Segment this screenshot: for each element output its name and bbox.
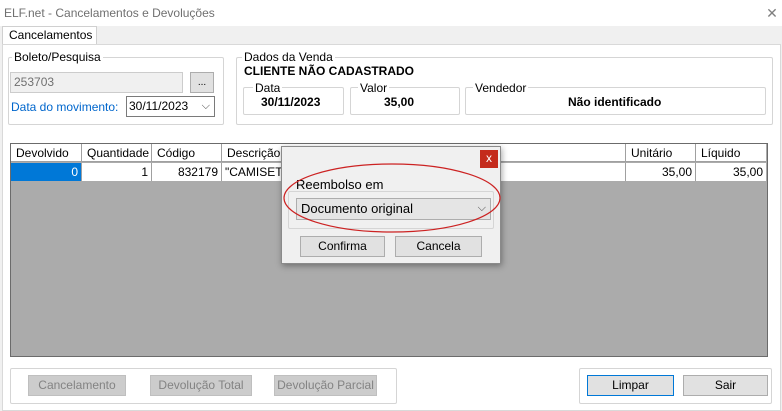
- limpar-button[interactable]: Limpar: [587, 375, 674, 396]
- col-header-unitario[interactable]: Unitário: [626, 144, 696, 162]
- vendedor-label: Vendedor: [473, 81, 529, 95]
- cell-devolvido[interactable]: 0: [11, 163, 82, 181]
- cell-codigo[interactable]: 832179: [152, 163, 222, 181]
- cancelamento-button[interactable]: Cancelamento: [28, 375, 126, 396]
- venda-group-caption: Dados da Venda: [242, 50, 335, 64]
- devolucao-total-button[interactable]: Devolução Total: [150, 375, 252, 396]
- col-header-codigo[interactable]: Código: [152, 144, 222, 162]
- tab-cancelamentos[interactable]: Cancelamentos: [2, 26, 97, 45]
- boleto-input[interactable]: 253703: [10, 72, 183, 93]
- confirma-button[interactable]: Confirma: [300, 236, 385, 257]
- valor-value: 35,00: [384, 95, 415, 109]
- date-label: Data do movimento:: [11, 100, 119, 114]
- cell-liquido[interactable]: 35,00: [696, 163, 766, 181]
- col-header-quantidade[interactable]: Quantidade: [82, 144, 152, 162]
- col-header-liquido[interactable]: Líquido: [696, 144, 766, 162]
- date-picker[interactable]: 30/11/2023 ⌵: [126, 96, 215, 117]
- data-label: Data: [253, 81, 283, 95]
- sair-button[interactable]: Sair: [683, 375, 768, 396]
- cliente-name: CLIENTE NÃO CADASTRADO: [244, 64, 414, 78]
- devolucao-parcial-button[interactable]: Devolução Parcial: [274, 375, 377, 396]
- vendedor-value: Não identificado: [568, 95, 662, 109]
- boleto-group-caption: Boleto/Pesquisa: [12, 50, 103, 64]
- chevron-down-icon: ⌵: [201, 100, 210, 112]
- cancela-button[interactable]: Cancela: [395, 236, 482, 257]
- title-bar: ELF.net - Cancelamentos e Devoluções ✕: [0, 0, 782, 26]
- cell-quantidade[interactable]: 1: [82, 163, 152, 181]
- data-value: 30/11/2023: [261, 95, 321, 109]
- col-header-devolvido[interactable]: Devolvido: [11, 144, 82, 162]
- window-title: ELF.net - Cancelamentos e Devoluções: [4, 6, 215, 20]
- valor-label: Valor: [358, 81, 390, 95]
- annotation-ellipse: [283, 163, 501, 233]
- date-value: 30/11/2023: [129, 99, 189, 113]
- window-close-button[interactable]: ✕: [762, 3, 782, 23]
- cell-unitario[interactable]: 35,00: [626, 163, 696, 181]
- browse-button[interactable]: ...: [190, 72, 214, 93]
